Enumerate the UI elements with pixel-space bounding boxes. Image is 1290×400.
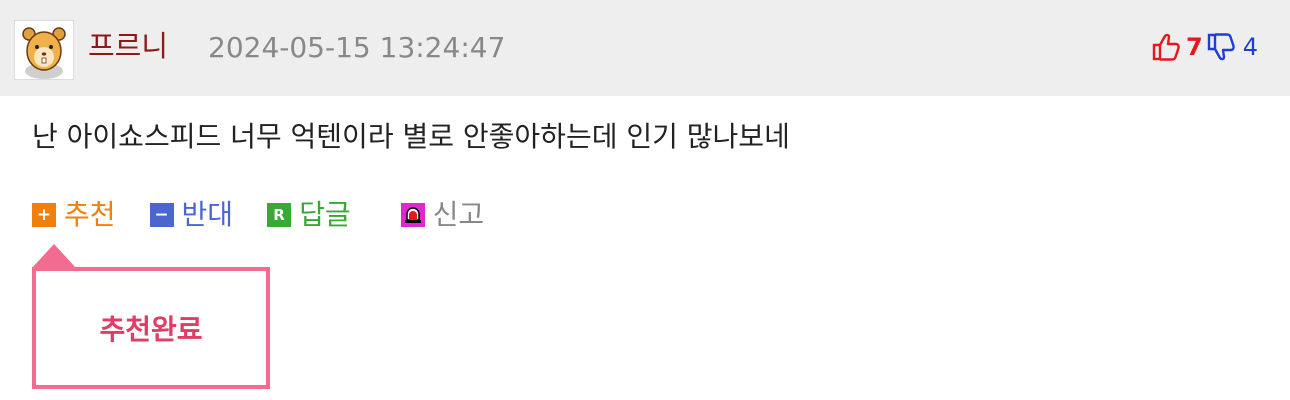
plus-icon: + — [32, 203, 56, 227]
recommend-complete-tooltip: 추천완료 — [32, 267, 270, 389]
thumbs-down-icon — [1205, 31, 1237, 63]
tooltip-arrow — [32, 244, 76, 268]
reply-icon: R — [267, 203, 292, 227]
nickname[interactable]: 프르니 — [88, 28, 168, 64]
minus-icon: − — [149, 203, 174, 227]
siren-icon — [400, 203, 425, 227]
up-vote-count: 7 — [1186, 33, 1203, 61]
reply-button[interactable]: R 답글 — [267, 197, 351, 233]
comment-datetime: 2024-05-15 13:24:47 — [208, 31, 506, 64]
report-label: 신고 — [432, 198, 485, 231]
comment-actions: + 추천 − 반대 R 답글 신고 — [32, 196, 518, 234]
thumbs-up-icon — [1150, 31, 1182, 63]
recommend-button[interactable]: + 추천 — [32, 197, 116, 233]
recommend-label: 추천 — [64, 198, 116, 231]
tooltip-text: 추천완료 — [99, 313, 203, 346]
reply-label: 답글 — [299, 198, 351, 231]
avatar[interactable] — [14, 20, 74, 80]
comment-text: 난 아이쇼스피드 너무 억텐이라 별로 안좋아하는데 인기 많나보네 — [32, 120, 790, 153]
vote-summary: 7 4 — [1150, 29, 1258, 65]
report-button[interactable]: 신고 — [400, 197, 485, 233]
down-vote-count: 4 — [1242, 33, 1258, 61]
comment-header: 프르니 2024-05-15 13:24:47 7 4 — [0, 0, 1290, 96]
hamster-avatar-icon — [15, 21, 73, 79]
oppose-button[interactable]: − 반대 — [149, 197, 234, 233]
oppose-label: 반대 — [181, 198, 234, 231]
